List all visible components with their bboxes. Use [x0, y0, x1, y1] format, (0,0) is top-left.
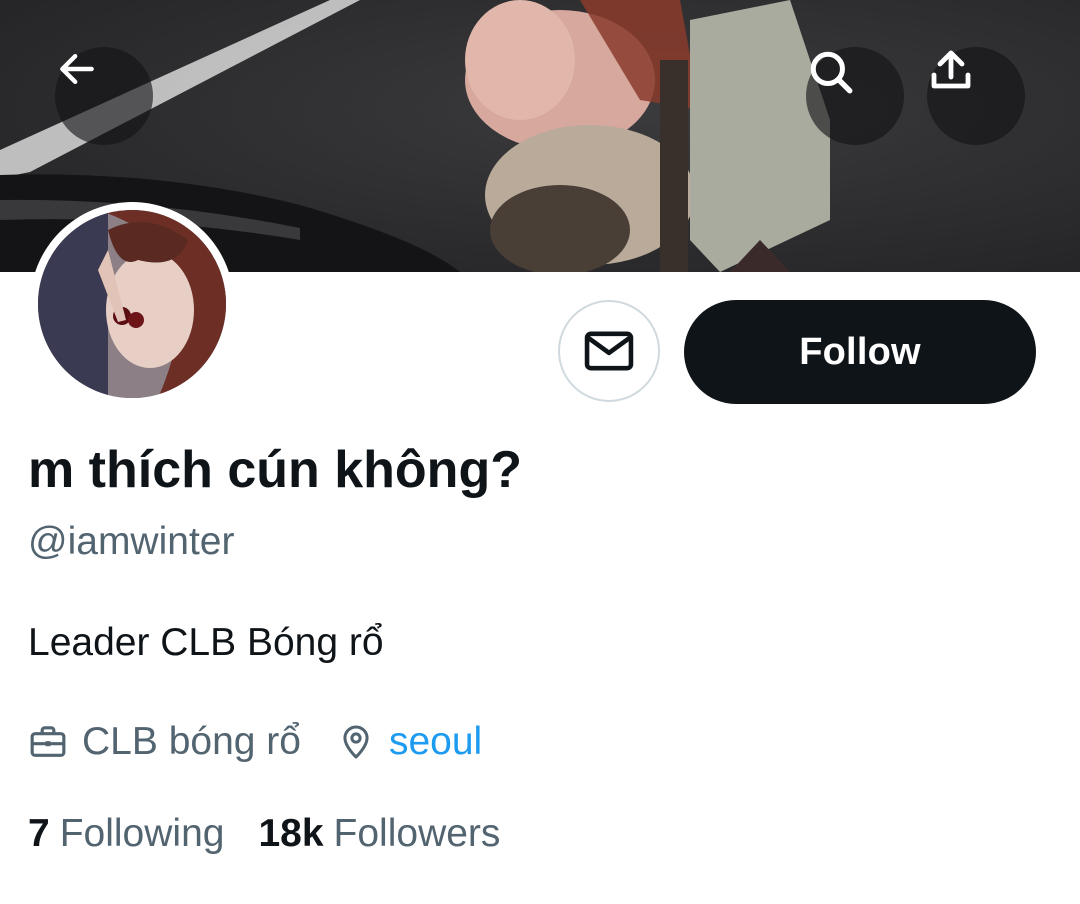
- following-count: 7: [28, 812, 50, 855]
- envelope-icon: [584, 331, 634, 371]
- share-icon: [931, 50, 971, 89]
- location-link[interactable]: seoul: [389, 720, 482, 764]
- briefcase-icon: [28, 722, 68, 762]
- bio-text: Leader CLB Bóng rổ: [28, 621, 384, 664]
- work-text: CLB bóng rổ: [82, 720, 301, 763]
- user-handle: @iamwinter: [28, 520, 235, 563]
- followers-label: Followers: [333, 812, 501, 855]
- search-button[interactable]: [806, 47, 904, 145]
- back-arrow-icon: [60, 53, 94, 85]
- following-link[interactable]: 7 Following: [28, 812, 224, 856]
- followers-count: 18k: [258, 812, 324, 855]
- location-info: seoul: [337, 720, 482, 764]
- location-pin-icon: [337, 722, 375, 762]
- message-button[interactable]: [558, 300, 660, 402]
- follow-stats: 7 Following 18k Followers: [28, 812, 500, 856]
- following-label: Following: [59, 812, 225, 855]
- profile-page: Follow m thích cún không? @iamwinter Lea…: [0, 0, 1080, 904]
- display-name: m thích cún không?: [28, 441, 522, 499]
- avatar[interactable]: [30, 202, 234, 406]
- avatar-photo: [38, 210, 226, 398]
- search-icon: [810, 51, 853, 94]
- profile-meta-row: CLB bóng rổ seoul: [28, 716, 482, 768]
- back-button[interactable]: [55, 47, 153, 145]
- follow-button[interactable]: Follow: [684, 300, 1036, 404]
- avatar-image: [38, 210, 226, 398]
- work-info: CLB bóng rổ: [28, 720, 301, 764]
- followers-link[interactable]: 18k Followers: [258, 812, 500, 856]
- share-button[interactable]: [927, 47, 1025, 145]
